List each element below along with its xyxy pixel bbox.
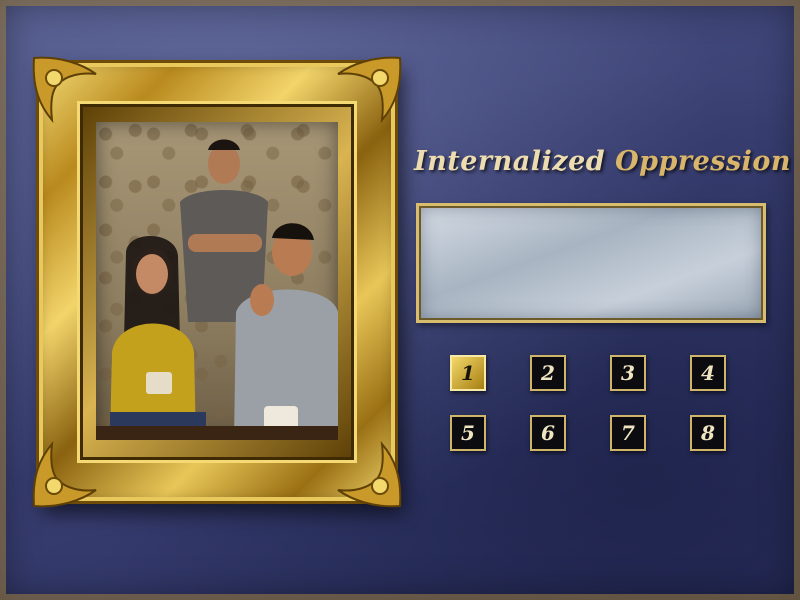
frame-ornament-icon <box>32 440 97 508</box>
family-photo-icon <box>96 139 338 440</box>
page-button-8[interactable]: 8 <box>690 415 726 451</box>
frame-ornament-icon <box>32 56 97 124</box>
frame-ornament-icon <box>337 440 402 508</box>
page-button-6[interactable]: 6 <box>530 415 566 451</box>
page-button-4[interactable]: 4 <box>690 355 726 391</box>
page-button-7[interactable]: 7 <box>610 415 646 451</box>
title-part-2: Oppression <box>615 146 792 177</box>
content-display-text <box>419 206 763 226</box>
page-button-grid: 1 2 3 4 5 6 7 8 <box>450 355 740 455</box>
title-part-1: Internalized <box>414 146 616 177</box>
page-button-3[interactable]: 3 <box>610 355 646 391</box>
page-button-2[interactable]: 2 <box>530 355 566 391</box>
picture-frame <box>32 56 402 508</box>
family-photo <box>96 122 338 440</box>
frame-ornament-icon <box>337 56 402 124</box>
page-button-1[interactable]: 1 <box>450 355 486 391</box>
content-display-panel <box>416 203 766 323</box>
page-title: Internalized Oppression <box>414 146 791 177</box>
page-button-5[interactable]: 5 <box>450 415 486 451</box>
